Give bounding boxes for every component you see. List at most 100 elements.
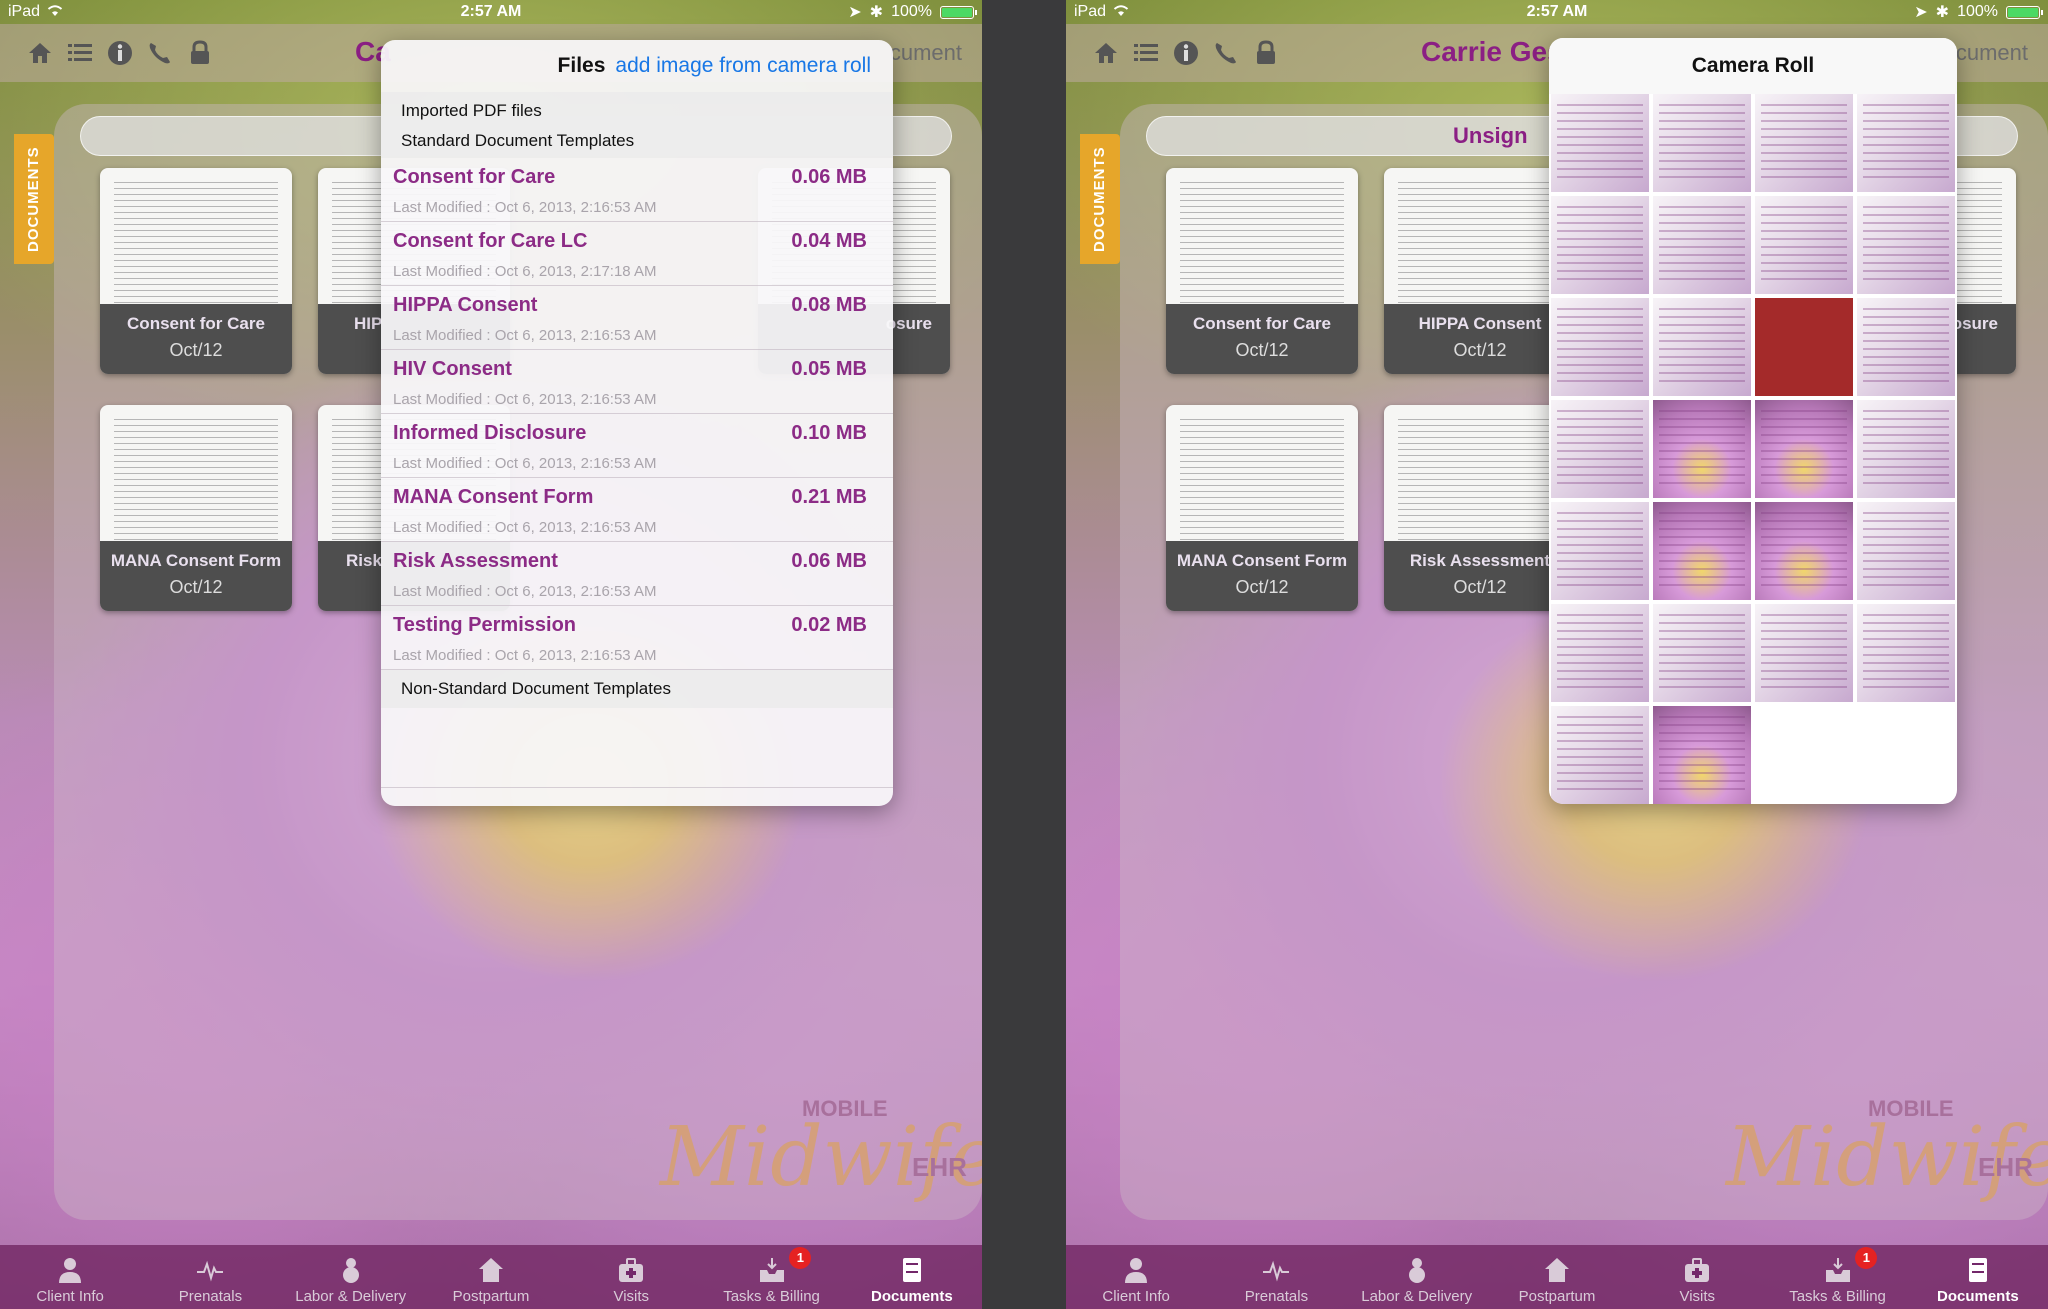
bluetooth-icon: ✱ bbox=[869, 4, 884, 21]
document-thumbnail[interactable]: Consent for Care Oct/12 bbox=[100, 168, 292, 374]
document-preview bbox=[114, 419, 278, 541]
file-row[interactable]: Consent for Care LC 0.04 MB Last Modified … bbox=[381, 222, 893, 286]
tab-tasks-billing[interactable]: Tasks & Billing 1 bbox=[1767, 1245, 1907, 1309]
status-bar: iPad 2:57 AM ➤ ✱ 100% bbox=[1066, 0, 2048, 24]
tab-prenatals[interactable]: Prenatals bbox=[140, 1245, 280, 1309]
photo-thumbnail[interactable] bbox=[1857, 196, 1955, 294]
tab-label: Documents bbox=[1936, 1288, 2019, 1305]
photo-thumbnail[interactable] bbox=[1551, 706, 1649, 804]
photo-thumbnail[interactable] bbox=[1755, 94, 1853, 192]
file-size: 0.10 MB bbox=[791, 422, 867, 444]
tab-label: Postpartum bbox=[452, 1288, 530, 1305]
tab-visits[interactable]: Visits bbox=[561, 1245, 701, 1309]
document-nav-label: cument bbox=[1955, 40, 2028, 65]
location-icon: ➤ bbox=[1914, 4, 1928, 21]
tab-label: Prenatals bbox=[1244, 1288, 1309, 1305]
tab-label: Prenatals bbox=[178, 1288, 243, 1305]
document-preview bbox=[114, 182, 278, 304]
file-row[interactable]: MANA Consent Form 0.21 MB Last Modified : … bbox=[381, 478, 893, 542]
photo-thumbnail[interactable] bbox=[1551, 94, 1649, 192]
tab-visits[interactable]: Visits bbox=[1627, 1245, 1767, 1309]
photo-thumbnail[interactable] bbox=[1755, 502, 1853, 600]
add-image-from-camera-roll-button[interactable]: add image from camera roll bbox=[615, 54, 871, 78]
file-row[interactable]: Informed Disclosure 0.10 MB Last Modified … bbox=[381, 414, 893, 478]
status-time: 2:57 AM bbox=[460, 3, 522, 20]
tab-bar: Client Info Prenatals Labor & Delivery P… bbox=[0, 1245, 982, 1309]
tab-label: Tasks & Billing bbox=[723, 1288, 820, 1305]
document-thumbnail[interactable]: MANA Consent Form Oct/12 bbox=[1166, 405, 1358, 611]
tab-documents[interactable]: Documents bbox=[842, 1245, 982, 1309]
notification-badge: 1 bbox=[1855, 1247, 1878, 1269]
phone-icon[interactable] bbox=[1212, 39, 1240, 67]
photo-thumbnail[interactable] bbox=[1653, 604, 1751, 702]
tab-postpartum[interactable]: Postpartum bbox=[421, 1245, 561, 1309]
photo-thumbnail[interactable] bbox=[1551, 196, 1649, 294]
document-title: Risk Assessment bbox=[1409, 551, 1551, 570]
tab-labor-delivery[interactable]: Labor & Delivery bbox=[1347, 1245, 1487, 1309]
tab-tasks-billing[interactable]: Tasks & Billing 1 bbox=[701, 1245, 841, 1309]
document-thumbnail[interactable]: Risk Assessment Oct/12 bbox=[1384, 405, 1576, 611]
photo-thumbnail[interactable] bbox=[1857, 604, 1955, 702]
midwife-ehr-logo: MOBILE Midwife EHR bbox=[660, 1070, 982, 1220]
tab-client-info[interactable]: Client Info bbox=[1066, 1245, 1206, 1309]
photo-thumbnail[interactable] bbox=[1551, 298, 1649, 396]
photo-thumbnail[interactable] bbox=[1551, 604, 1649, 702]
file-size: 0.06 MB bbox=[791, 550, 867, 572]
photo-thumbnail[interactable] bbox=[1653, 706, 1751, 804]
photo-thumbnail[interactable] bbox=[1653, 298, 1751, 396]
list-icon[interactable] bbox=[66, 39, 94, 67]
photo-thumbnail[interactable] bbox=[1653, 502, 1751, 600]
file-row[interactable]: HIV Consent 0.05 MB Last Modified : Oct 6,… bbox=[381, 350, 893, 414]
photo-thumbnail[interactable] bbox=[1857, 502, 1955, 600]
tab-label: Tasks & Billing bbox=[1789, 1288, 1886, 1305]
phone-icon[interactable] bbox=[146, 39, 174, 67]
tab-client-info[interactable]: Client Info bbox=[0, 1245, 140, 1309]
tab-label: Visits bbox=[613, 1288, 650, 1305]
tab-postpartum[interactable]: Postpartum bbox=[1487, 1245, 1627, 1309]
file-row[interactable]: HIPPA Consent 0.08 MB Last Modified : Oct … bbox=[381, 286, 893, 350]
photo-thumbnail[interactable] bbox=[1755, 298, 1853, 396]
unsigned-segment-label[interactable]: Unsign bbox=[1453, 123, 1528, 148]
document-title: MANA Consent Form bbox=[1176, 551, 1348, 570]
document-thumbnail[interactable]: HIPPA Consent Oct/12 bbox=[1384, 168, 1576, 374]
list-icon[interactable] bbox=[1132, 39, 1160, 67]
photo-thumbnail[interactable] bbox=[1653, 196, 1751, 294]
files-title: Files bbox=[557, 54, 606, 77]
battery-percent: 100% bbox=[891, 3, 932, 20]
photo-thumbnail[interactable] bbox=[1857, 94, 1955, 192]
lock-icon[interactable] bbox=[1252, 39, 1280, 67]
status-time: 2:57 AM bbox=[1526, 3, 1588, 20]
inbox-icon bbox=[1825, 1258, 1850, 1282]
info-icon[interactable] bbox=[106, 39, 134, 67]
tab-prenatals[interactable]: Prenatals bbox=[1206, 1245, 1346, 1309]
photo-thumbnail[interactable] bbox=[1755, 400, 1853, 498]
files-popover: Files add image from camera roll Importe… bbox=[381, 40, 893, 806]
home-icon[interactable] bbox=[1092, 39, 1120, 67]
device-name: iPad bbox=[8, 3, 41, 20]
photo-thumbnail[interactable] bbox=[1653, 94, 1751, 192]
tab-labor-delivery[interactable]: Labor & Delivery bbox=[281, 1245, 421, 1309]
photo-thumbnail[interactable] bbox=[1755, 196, 1853, 294]
tab-documents[interactable]: Documents bbox=[1908, 1245, 2048, 1309]
photo-thumbnail[interactable] bbox=[1755, 604, 1853, 702]
photo-thumbnail[interactable] bbox=[1857, 400, 1955, 498]
document-preview bbox=[1398, 419, 1562, 541]
document-date: Oct/12 bbox=[1453, 340, 1507, 360]
document-thumbnail[interactable]: MANA Consent Form Oct/12 bbox=[100, 405, 292, 611]
file-row[interactable]: Testing Permission 0.02 MB Last Modified :… bbox=[381, 606, 893, 670]
documents-side-tab[interactable]: DOCUMENTS bbox=[14, 134, 54, 264]
home-icon[interactable] bbox=[26, 39, 54, 67]
lock-icon[interactable] bbox=[186, 39, 214, 67]
document-thumbnail[interactable]: Consent for Care Oct/12 bbox=[1166, 168, 1358, 374]
photo-thumbnail[interactable] bbox=[1551, 502, 1649, 600]
camera-roll-title: Camera Roll bbox=[1549, 38, 1957, 94]
info-icon[interactable] bbox=[1172, 39, 1200, 67]
file-row[interactable]: Consent for Care 0.06 MB Last Modified : O… bbox=[381, 158, 893, 222]
file-row[interactable]: Risk Assessment 0.06 MB Last Modified : Oc… bbox=[381, 542, 893, 606]
document-preview bbox=[1180, 182, 1344, 304]
photo-thumbnail[interactable] bbox=[1551, 400, 1649, 498]
tab-label: Client Info bbox=[1102, 1288, 1170, 1305]
documents-side-tab[interactable]: DOCUMENTS bbox=[1080, 134, 1120, 264]
photo-thumbnail[interactable] bbox=[1857, 298, 1955, 396]
photo-thumbnail[interactable] bbox=[1653, 400, 1751, 498]
